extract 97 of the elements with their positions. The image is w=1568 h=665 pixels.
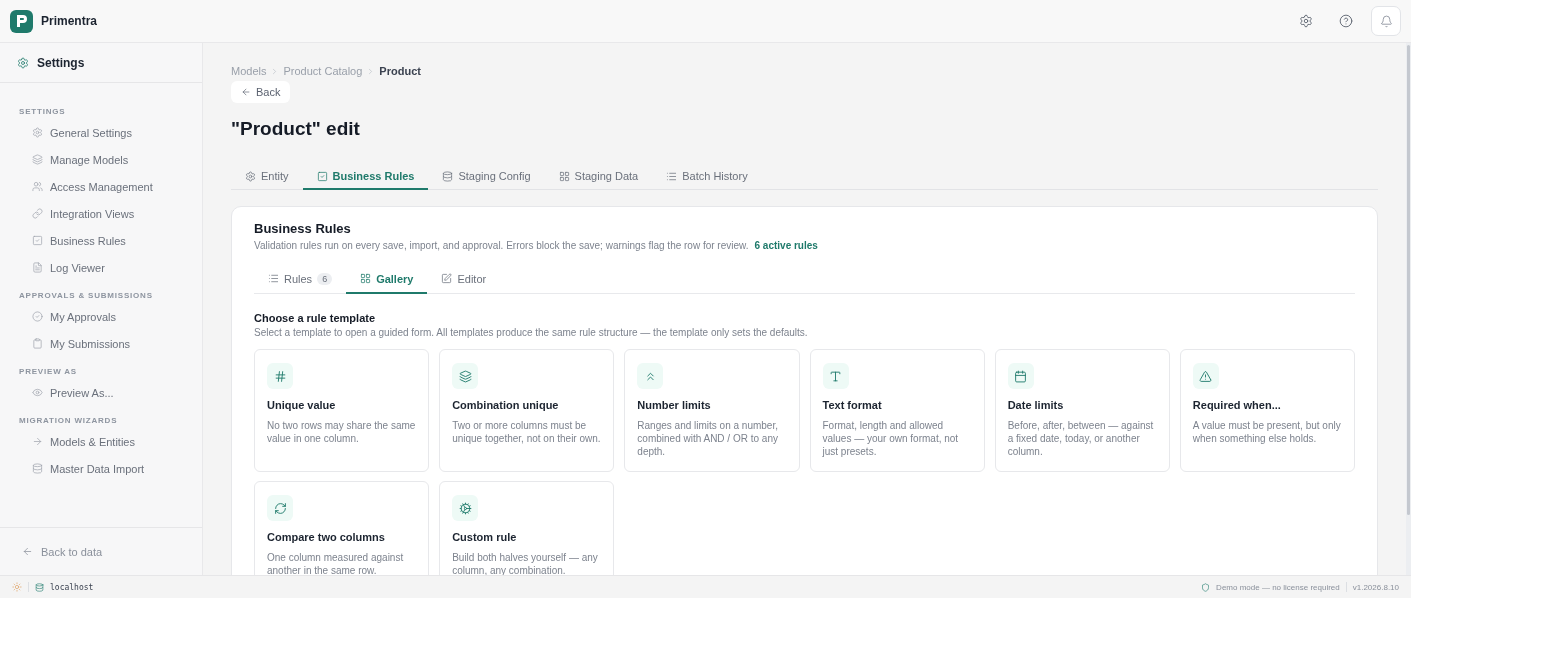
layers-icon: [32, 154, 43, 165]
calendar-icon: [1007, 363, 1034, 389]
users-icon: [32, 181, 43, 192]
checkbox-icon: [316, 170, 328, 182]
tab[interactable]: Staging Config: [428, 164, 545, 190]
page-title: "Product" edit: [231, 118, 361, 140]
tab[interactable]: Business Rules: [302, 164, 429, 190]
template-title: Custom rule: [452, 531, 517, 543]
arrow-icon: [32, 436, 43, 447]
panel-description: Validation rules run on every save, import, and approval. Errors block the save; warnings flag the row for review. 6 active rules: [254, 240, 819, 251]
template-title: Combination unique: [452, 399, 559, 411]
subtab[interactable]: Gallery: [346, 265, 428, 294]
grid-icon: [360, 273, 372, 284]
template-card[interactable]: Compare two columns One column measured against another in the same row.: [254, 481, 430, 575]
sidebar-item[interactable]: Preview As...: [0, 379, 202, 406]
sidebar-item[interactable]: Access Management: [0, 173, 202, 200]
sidebar-item[interactable]: Log Viewer: [0, 254, 202, 281]
sidebar-item[interactable]: Models & Entities: [0, 428, 202, 455]
chevrons-up-icon: [637, 363, 664, 389]
group-label: MIGRATION WIZARDS: [18, 415, 119, 427]
arrow-left-icon: [22, 546, 33, 557]
clipboard-icon: [32, 338, 43, 349]
sidebar-item[interactable]: Master Data Import: [0, 455, 202, 482]
settings-icon: [17, 56, 29, 69]
warning-icon: [1192, 363, 1219, 389]
grid-icon: [558, 170, 570, 182]
gear-icon: [32, 127, 43, 138]
database-icon: [442, 170, 454, 182]
template-card[interactable]: Required when... A value must be present, but only when something else holds.: [1179, 349, 1355, 472]
list-icon: [268, 273, 279, 284]
sidebar-item[interactable]: Business Rules: [0, 227, 202, 254]
sidebar-item[interactable]: Integration Views: [0, 200, 202, 227]
help-icon: [1339, 14, 1353, 28]
settings-icon: [1299, 14, 1313, 28]
section-description: Select a template to open a guided form. All templates produce the same rule structure — the template only sets the defaults.: [254, 327, 809, 338]
template-card[interactable]: Number limits Ranges and limits on a number, combined with AND / OR to any depth.: [624, 349, 800, 472]
template-card[interactable]: Text format Format, length and allowed values — your own format, not just presets.: [809, 349, 985, 472]
template-card[interactable]: Unique value No two rows may share the same value in one column.: [254, 349, 430, 472]
template-description: A value must be present, but only when something else holds.: [1192, 419, 1342, 445]
sun-icon: [12, 582, 22, 592]
template-description: One column measured against another in the same row.: [267, 551, 405, 575]
pencil-icon: [441, 273, 453, 284]
template-title: Text format: [822, 399, 882, 411]
template-description: Before, after, between — against a fixed date, today, or another column.: [1007, 419, 1155, 458]
group-label: APPROVALS & SUBMISSIONS: [18, 290, 154, 302]
arrow-left-icon: [241, 87, 251, 97]
subtab[interactable]: Editor: [427, 265, 501, 294]
count-badge: 6: [317, 272, 333, 285]
database-icon: [32, 463, 43, 474]
hash-icon: [267, 363, 293, 389]
layers-icon: [452, 363, 479, 389]
template-description: No two rows may share the same value in one column.: [267, 419, 417, 445]
logo-icon: [10, 9, 33, 33]
sidebar-item[interactable]: Manage Models: [0, 146, 202, 173]
template-card[interactable]: Combination unique Two or more columns must be unique together, not on their own.: [439, 349, 615, 472]
gear-icon: [452, 495, 479, 521]
group-label: PREVIEW AS: [18, 366, 78, 378]
sidebar-item[interactable]: My Submissions: [0, 330, 202, 357]
template-title: Compare two columns: [267, 531, 385, 543]
notifications-button[interactable]: [1371, 6, 1401, 36]
template-description: Two or more columns must be unique together, not on their own.: [452, 419, 602, 445]
group-label: SETTINGS: [18, 106, 67, 118]
template-title: Unique value: [267, 399, 336, 411]
panel-title: Business Rules: [254, 221, 352, 236]
mode-label: Demo mode — no license required: [1216, 582, 1340, 592]
checkbox-icon: [32, 235, 43, 246]
sidebar-item[interactable]: My Approvals: [0, 303, 202, 330]
eye-icon: [32, 387, 43, 398]
gear-icon: [245, 170, 256, 182]
version-label: v1.2026.8.10: [1352, 582, 1399, 592]
template-description: Ranges and limits on a number, combined with AND / OR to any depth.: [637, 419, 779, 458]
template-description: Format, length and allowed values — your own format, not just presets.: [822, 419, 960, 458]
template-title: Required when...: [1192, 399, 1281, 411]
link-icon: [32, 208, 43, 219]
document-icon: [32, 262, 43, 273]
database-icon: [35, 582, 44, 592]
template-card[interactable]: Date limits Before, after, between — against a fixed date, today, or another column.: [994, 349, 1170, 472]
template-title: Date limits: [1007, 399, 1064, 411]
letter-icon: [822, 363, 849, 389]
breadcrumb[interactable]: Product: [379, 65, 421, 77]
sidebar-title: Settings: [37, 55, 85, 70]
check-circle-icon: [32, 311, 43, 322]
tab[interactable]: Entity: [231, 164, 303, 190]
tab[interactable]: Batch History: [652, 164, 762, 190]
refresh-icon: [267, 495, 293, 521]
tab[interactable]: Staging Data: [544, 164, 653, 190]
bell-icon: [1379, 14, 1393, 28]
app-name: Primentra: [41, 14, 98, 28]
scrollbar[interactable]: [1406, 43, 1411, 575]
shield-icon: [1201, 582, 1211, 592]
list-icon: [666, 170, 678, 182]
template-title: Number limits: [637, 399, 711, 411]
back-button[interactable]: Back: [231, 81, 291, 103]
sidebar-item[interactable]: General Settings: [0, 119, 202, 146]
host-label: localhost: [50, 582, 94, 592]
subtab[interactable]: Rules 6: [254, 265, 347, 294]
section-title: Choose a rule template: [254, 312, 377, 324]
